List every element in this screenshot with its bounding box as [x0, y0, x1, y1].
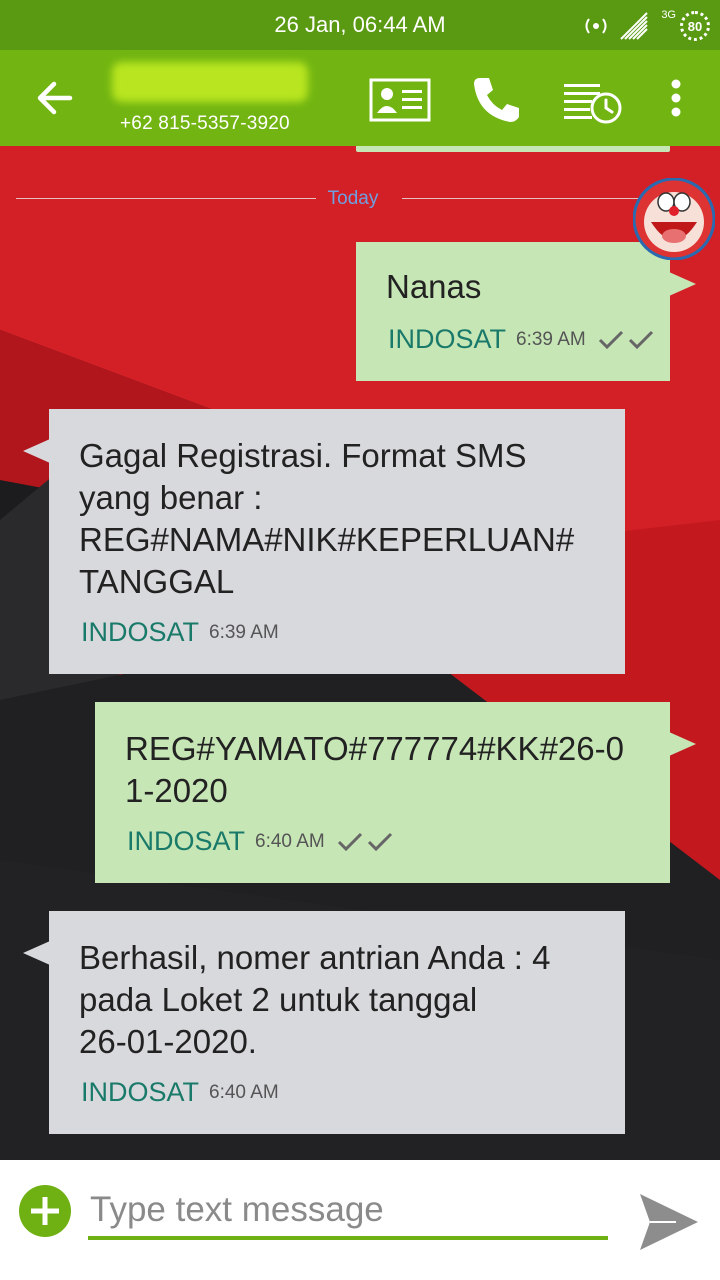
message-time: 6:39 AM — [209, 621, 279, 643]
battery-level: 80 — [687, 18, 703, 34]
sender-label: INDOSAT — [127, 826, 246, 856]
phone-icon[interactable] — [466, 72, 530, 128]
conversation-header: +62 815-5357-3920 — [0, 50, 720, 146]
send-icon[interactable] — [636, 1190, 702, 1254]
message-bubble-outgoing[interactable]: Nanas INDOSAT 6:39 AM — [356, 242, 696, 381]
signal-icon — [620, 12, 649, 40]
message-text: REG#YAMATO#777774#KK#26-0 1-2020 — [125, 730, 624, 809]
contact-name-redacted[interactable] — [112, 62, 308, 102]
sender-label: INDOSAT — [81, 617, 200, 647]
sender-avatar[interactable] — [633, 178, 715, 260]
status-icons: 3G 80 — [581, 8, 710, 44]
network-type-label: 3G — [661, 9, 676, 21]
contact-card-icon[interactable] — [368, 72, 432, 128]
message-text: Gagal Registrasi. Format SMS yang benar … — [79, 437, 575, 600]
date-separator-label: Today — [327, 188, 379, 209]
message-meta: INDOSAT 6:39 AM — [81, 617, 279, 648]
sender-label: INDOSAT — [81, 1077, 200, 1107]
bubble-tail — [23, 941, 50, 965]
sender-label: INDOSAT — [388, 324, 507, 354]
message-input[interactable] — [88, 1182, 610, 1238]
hotspot-icon — [585, 18, 607, 34]
message-input-underline — [88, 1236, 608, 1240]
message-text: Nanas — [386, 268, 482, 305]
contact-number[interactable]: +62 815-5357-3920 — [120, 113, 290, 135]
message-meta: INDOSAT 6:40 AM — [127, 826, 399, 857]
message-composer — [0, 1160, 720, 1280]
message-bubble-incoming[interactable]: Gagal Registrasi. Format SMS yang benar … — [23, 409, 625, 674]
back-arrow-icon[interactable] — [30, 74, 82, 122]
bubble-tail — [669, 732, 696, 756]
delivered-checkmarks-icon — [598, 330, 653, 349]
message-bubble-outgoing[interactable]: REG#YAMATO#777774#KK#26-0 1-2020 INDOSAT… — [95, 702, 696, 883]
message-meta: INDOSAT 6:40 AM — [81, 1077, 279, 1108]
overflow-menu-icon[interactable] — [650, 72, 702, 128]
battery-icon: 80 — [680, 11, 710, 41]
add-attachment-icon[interactable] — [18, 1184, 72, 1238]
status-bar: 26 Jan, 06:44 AM 3G 80 — [0, 0, 720, 50]
bubble-tail — [669, 272, 696, 296]
message-bubble-incoming[interactable]: Berhasil, nomer antrian Anda : 4 pada Lo… — [23, 911, 625, 1134]
bubble-tail — [23, 439, 50, 463]
message-meta: INDOSAT 6:39 AM — [388, 324, 660, 355]
schedule-icon[interactable] — [560, 72, 624, 128]
message-time: 6:40 AM — [209, 1081, 279, 1103]
message-text: Berhasil, nomer antrian Anda : 4 pada Lo… — [79, 939, 551, 1060]
date-separator: Today — [16, 186, 710, 210]
message-time: 6:39 AM — [516, 328, 586, 350]
delivered-checkmarks-icon — [337, 832, 392, 851]
message-time: 6:40 AM — [255, 830, 325, 852]
